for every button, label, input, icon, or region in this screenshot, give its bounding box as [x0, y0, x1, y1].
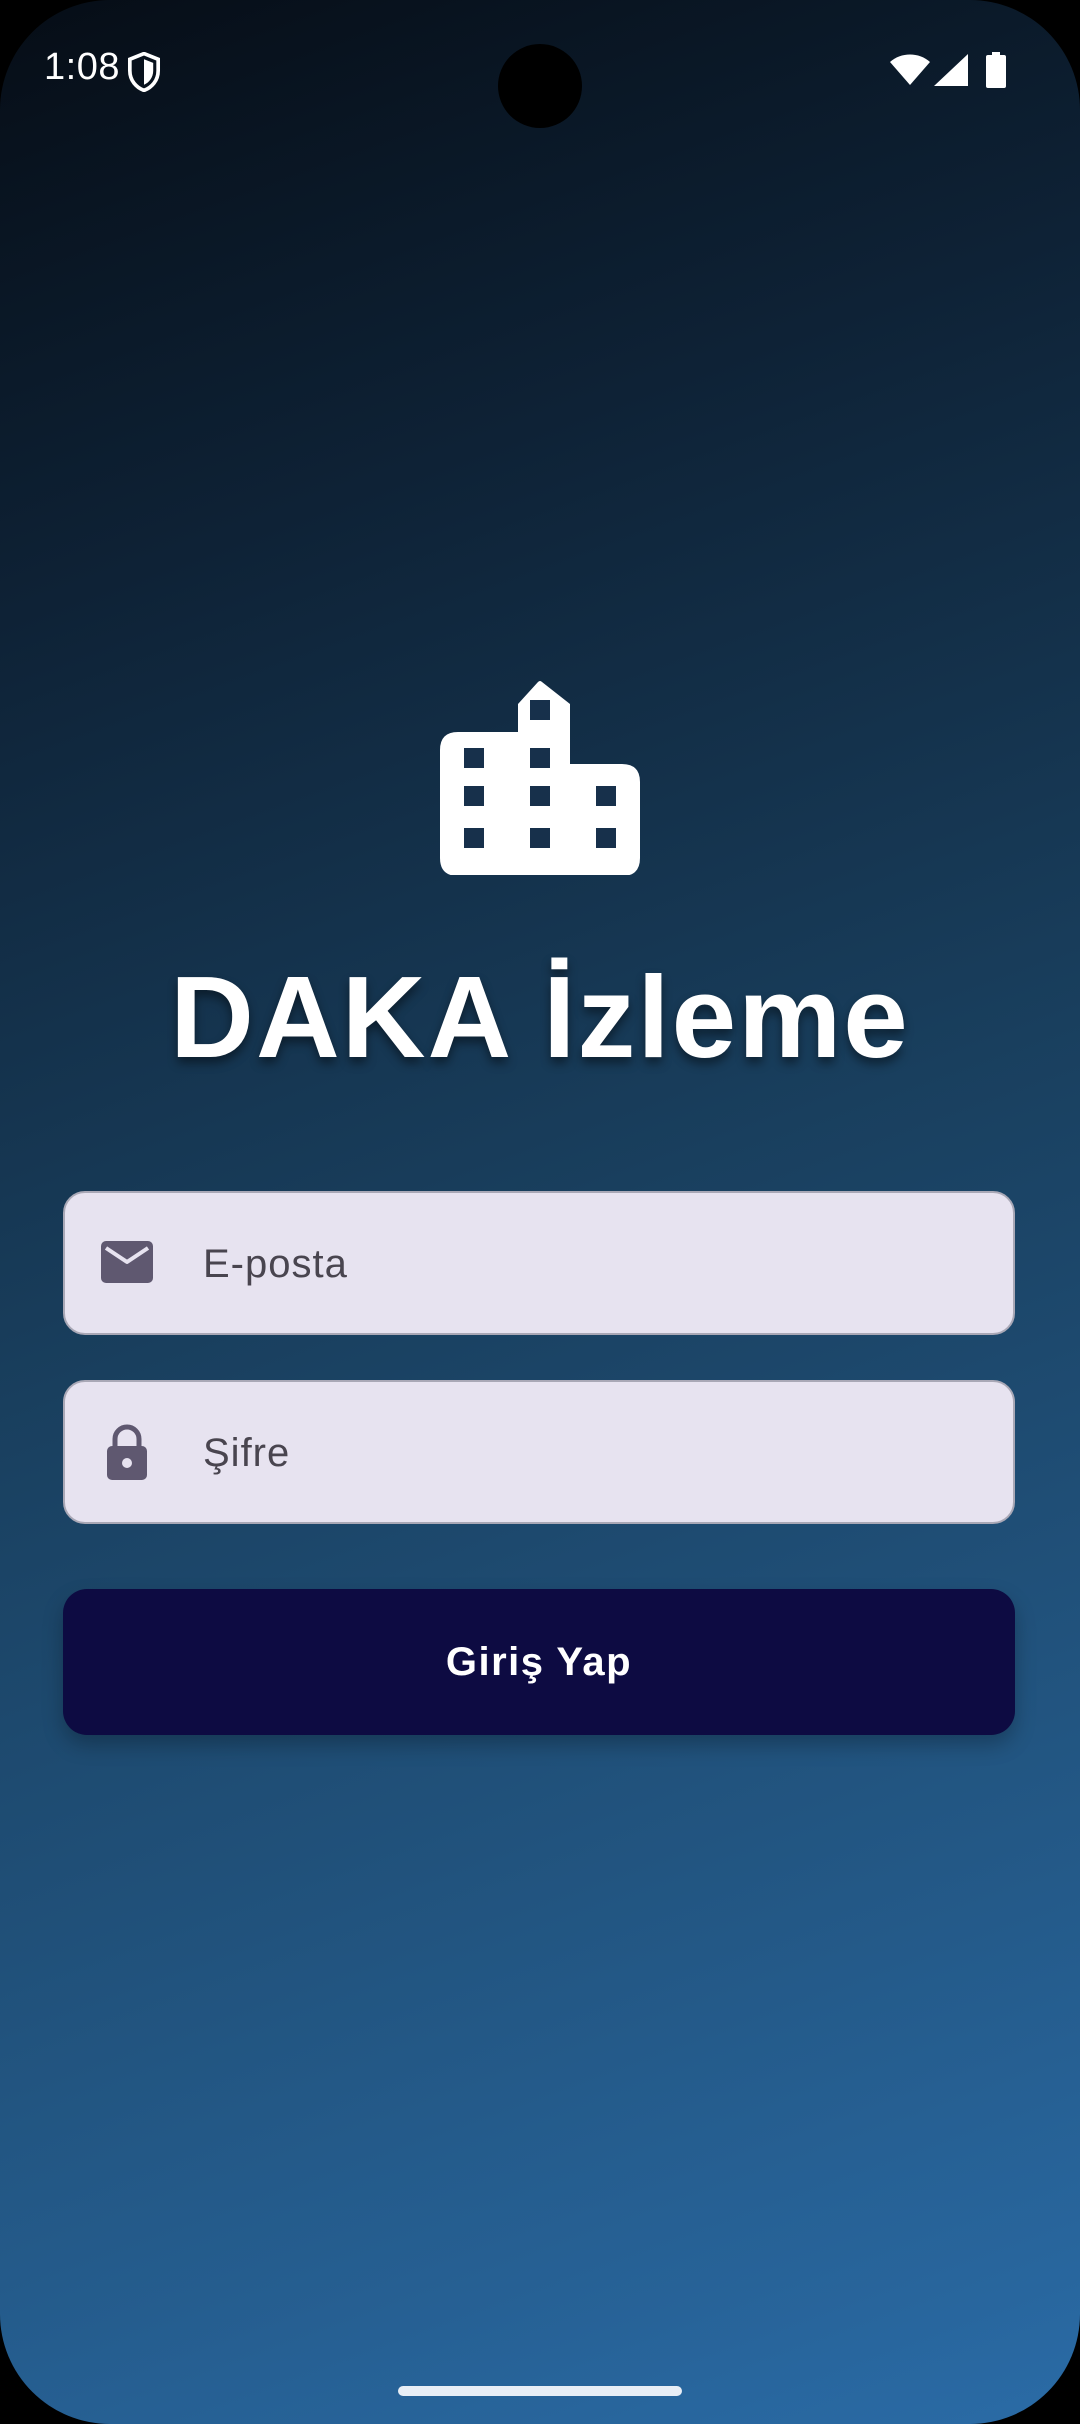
shield-icon: [127, 52, 161, 92]
login-button[interactable]: Giriş Yap: [63, 1589, 1015, 1735]
battery-icon: [986, 52, 1006, 88]
camera-cutout: [498, 44, 582, 128]
mail-icon: [101, 1241, 153, 1283]
signal-icon: [934, 54, 968, 86]
status-time: 1:08: [44, 46, 120, 88]
building-icon: [440, 681, 640, 875]
app-title: DAKA İzleme: [170, 952, 910, 1082]
status-bar: 1:08: [0, 0, 1080, 140]
password-input[interactable]: [201, 1382, 985, 1524]
email-input[interactable]: [201, 1193, 985, 1335]
home-indicator[interactable]: [398, 2386, 682, 2396]
lock-icon: [107, 1424, 147, 1480]
password-field[interactable]: [63, 1380, 1015, 1524]
wifi-icon: [890, 54, 930, 85]
login-screen: 1:08 DAKA İzleme E-posta Giriş Yap: [0, 0, 1080, 2424]
email-field[interactable]: [63, 1191, 1015, 1335]
